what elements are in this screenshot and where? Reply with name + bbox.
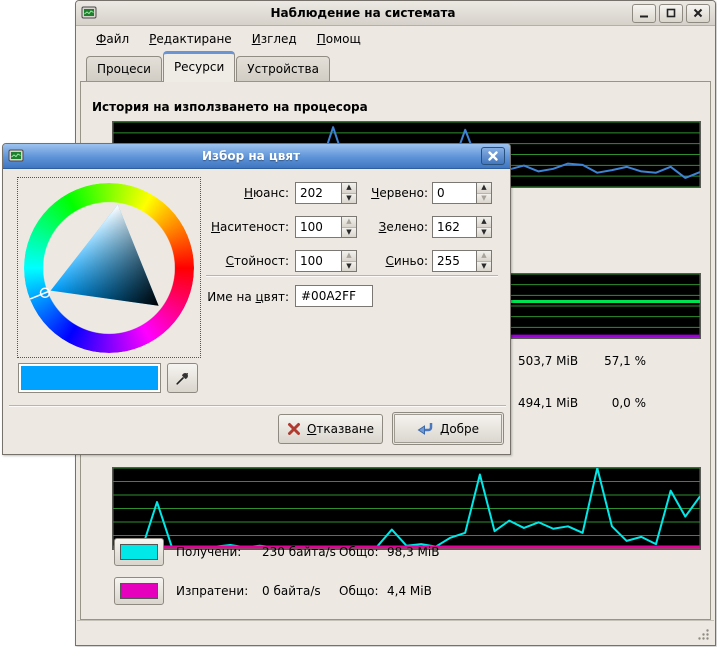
- hue-input[interactable]: [296, 183, 341, 203]
- tab-resources[interactable]: Ресурси: [163, 51, 235, 82]
- received-rate: 230 байта/s: [262, 545, 339, 559]
- ok-icon: [417, 421, 434, 436]
- green-up-button[interactable]: ▲: [477, 217, 491, 228]
- green-label: Зелено:: [343, 216, 428, 238]
- app-icon: [81, 5, 97, 21]
- maximize-button[interactable]: [659, 4, 683, 23]
- menu-file[interactable]: Файл: [88, 29, 137, 49]
- menu-edit[interactable]: Редактиране: [141, 29, 240, 49]
- network-received-row: Получени: 230 байта/s Общо: 98,3 MiB: [114, 538, 439, 566]
- network-sent-row: Изпратени: 0 байта/s Общо: 4,4 MiB: [114, 577, 432, 605]
- swap-stat-row: 494,1 MiB 0,0 %: [518, 396, 646, 410]
- received-total-label: Общо:: [339, 545, 387, 559]
- tabbar: Процеси Ресурси Устройства: [78, 52, 713, 82]
- hue-label: Нюанс:: [103, 182, 289, 204]
- memory-percent: 57,1 %: [599, 354, 646, 368]
- dialog-close-icon: [487, 150, 499, 162]
- swap-percent: 0,0 %: [599, 396, 646, 410]
- cancel-button[interactable]: Отказване: [278, 414, 383, 444]
- sent-rate: 0 байта/s: [262, 584, 339, 598]
- close-icon: [692, 7, 704, 19]
- memory-stat-row: 503,7 MiB 57,1 %: [518, 354, 646, 368]
- red-down-button[interactable]: ▼: [477, 194, 491, 204]
- cancel-label: Отказване: [307, 422, 374, 436]
- maximize-icon: [665, 7, 677, 19]
- swap-value: 494,1 MiB: [518, 396, 599, 410]
- close-button[interactable]: [686, 4, 710, 23]
- red-up-button[interactable]: ▲: [477, 183, 491, 194]
- green-spinbox: ▲▼: [432, 216, 492, 238]
- sent-color-chip: [120, 583, 158, 599]
- eyedropper-button[interactable]: [167, 363, 198, 393]
- blue-spinbox: ▲▼: [432, 250, 492, 272]
- cancel-icon: [287, 422, 301, 436]
- window-title: Наблюдение на системата: [97, 6, 629, 20]
- sent-total-label: Общо:: [339, 584, 387, 598]
- spin-separator: [206, 275, 498, 277]
- tab-processes[interactable]: Процеси: [86, 56, 162, 82]
- received-color-chip: [120, 544, 158, 560]
- minimize-button[interactable]: [632, 4, 656, 23]
- sent-label: Изпратени:: [176, 584, 262, 598]
- color-picker-dialog: Избор на цвят Нюанс: ▲▼: [2, 143, 511, 455]
- menu-help[interactable]: Помощ: [309, 29, 369, 49]
- green-input[interactable]: [433, 217, 476, 237]
- dialog-title: Избор на цвят: [24, 149, 478, 163]
- color-name-label: Име на цвят:: [143, 286, 289, 308]
- saturation-label: Наситеност:: [103, 216, 289, 238]
- minimize-icon: [638, 7, 650, 19]
- ok-label: Добре: [440, 422, 479, 436]
- red-input[interactable]: [433, 183, 476, 203]
- color-name-input[interactable]: [296, 286, 372, 306]
- dialog-close-button[interactable]: [481, 147, 505, 165]
- tab-devices[interactable]: Устройства: [236, 56, 330, 82]
- eyedropper-icon: [175, 370, 191, 386]
- red-spinbox: ▲▼: [432, 182, 492, 204]
- menubar: Файл Редактиране Изглед Помощ: [78, 27, 713, 51]
- dialog-app-icon: [8, 148, 24, 164]
- footer-separator: [9, 405, 506, 407]
- red-label: Червено:: [343, 182, 428, 204]
- green-down-button[interactable]: ▼: [477, 228, 491, 238]
- main-titlebar[interactable]: Наблюдение на системата: [76, 1, 715, 26]
- sent-color-button[interactable]: [114, 577, 164, 605]
- value-input[interactable]: [296, 251, 341, 271]
- blue-up-button[interactable]: ▲: [477, 251, 491, 262]
- resize-grip[interactable]: [697, 628, 710, 641]
- received-total: 98,3 MiB: [387, 545, 439, 559]
- blue-input[interactable]: [433, 251, 476, 271]
- value-label: Стойност:: [103, 250, 289, 272]
- color-name-entry: [295, 285, 373, 307]
- blue-label: Синьо:: [343, 250, 428, 272]
- statusbar: [77, 620, 714, 645]
- cpu-history-header: История на използването на процесора: [92, 100, 368, 114]
- received-color-button[interactable]: [114, 538, 164, 566]
- memory-value: 503,7 MiB: [518, 354, 599, 368]
- current-color-fill: [21, 366, 158, 390]
- sent-total: 4,4 MiB: [387, 584, 432, 598]
- menu-view[interactable]: Изглед: [244, 29, 305, 49]
- ok-button[interactable]: Добре: [392, 412, 504, 445]
- dialog-titlebar[interactable]: Избор на цвят: [3, 144, 510, 169]
- received-label: Получени:: [176, 545, 262, 559]
- saturation-input[interactable]: [296, 217, 341, 237]
- current-color-swatch: [18, 363, 161, 393]
- blue-down-button[interactable]: ▼: [477, 262, 491, 272]
